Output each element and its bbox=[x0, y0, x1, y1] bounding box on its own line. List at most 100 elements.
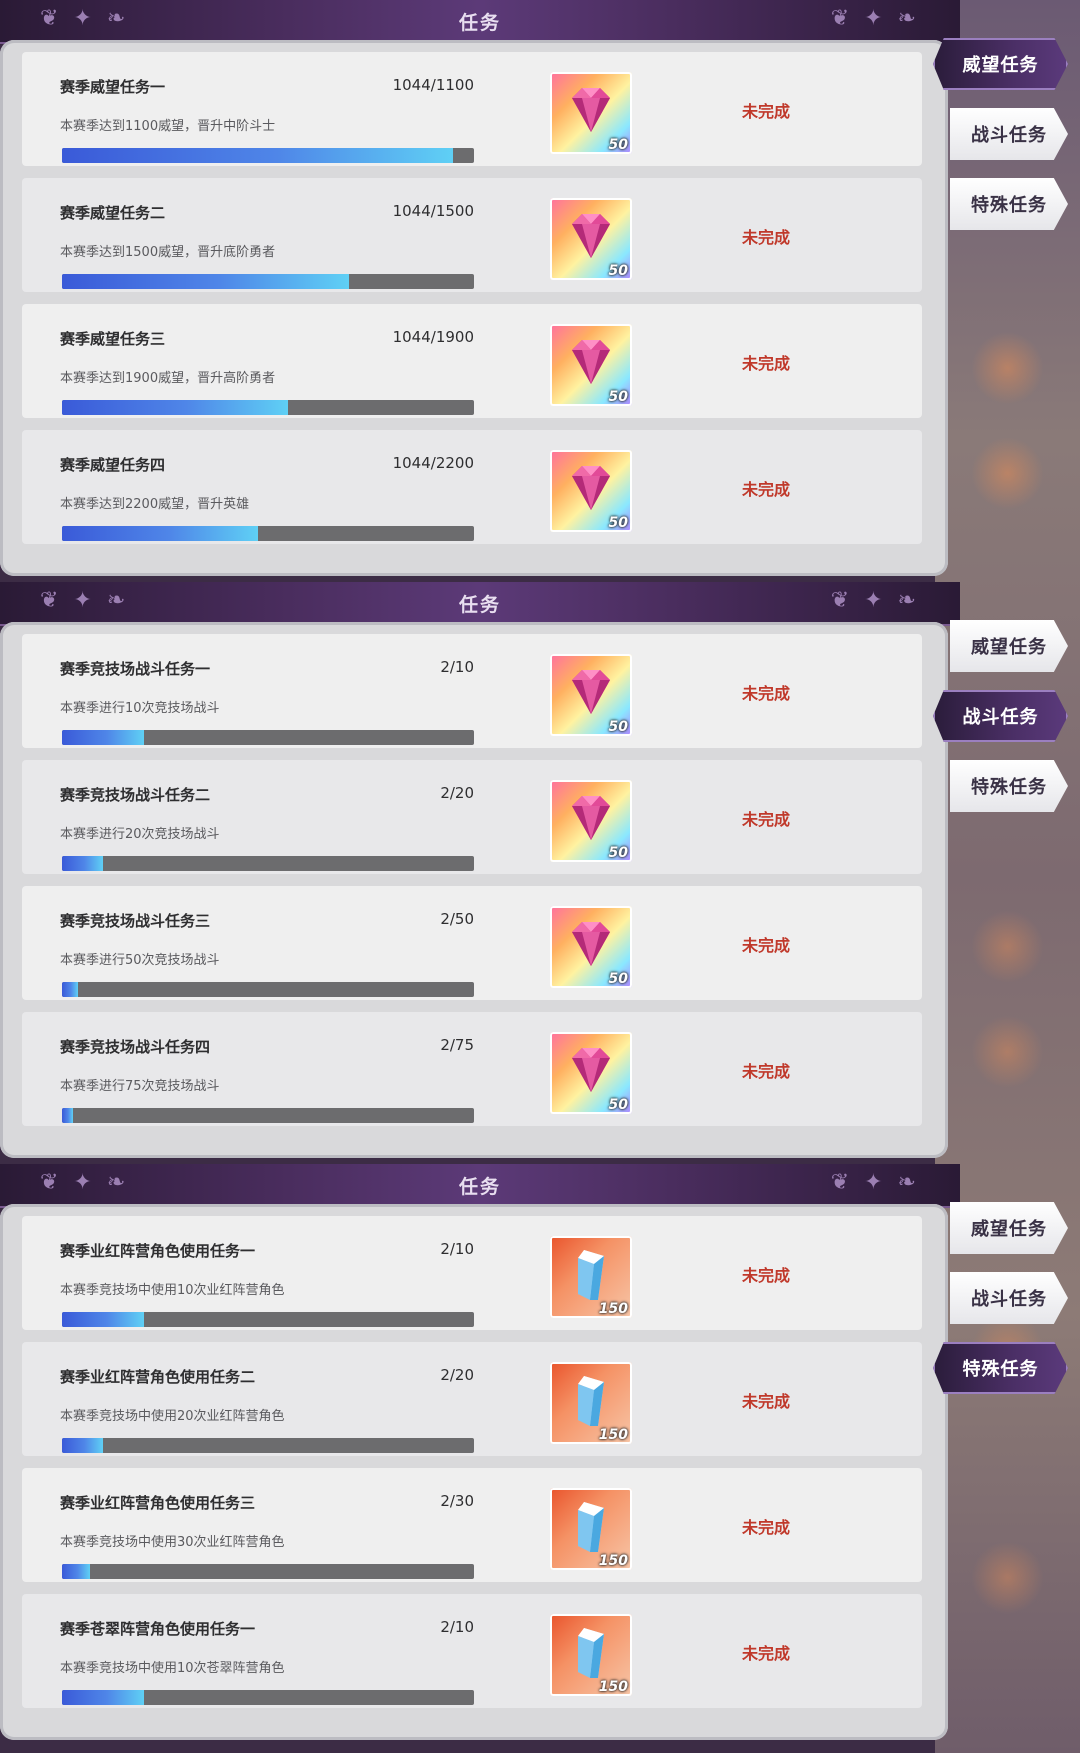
task-name: 赛季竞技场战斗任务一 bbox=[60, 660, 211, 678]
reward-item[interactable]: 50 bbox=[550, 654, 632, 736]
task-row: 赛季威望任务二 1044/1500 本赛季达到1500威望，晋升底阶勇者 50 … bbox=[22, 178, 922, 292]
task-progress-bar bbox=[62, 274, 474, 289]
task-progress-bar bbox=[62, 400, 474, 415]
task-progress-count: 2/10 bbox=[440, 658, 474, 676]
task-progress-fill bbox=[62, 148, 453, 163]
task-panel-1: ❦ ✦ ❧ 任务 ❦ ✦ ❧ 赛季威望任务一 1044/1100 本赛季达到11… bbox=[0, 0, 1080, 582]
task-progress-count: 2/20 bbox=[440, 1366, 474, 1384]
task-progress-count: 1044/2200 bbox=[392, 454, 474, 472]
task-status: 未完成 bbox=[742, 1518, 791, 1537]
reward-item[interactable]: 50 bbox=[550, 72, 632, 154]
reward-item[interactable]: 50 bbox=[550, 198, 632, 280]
task-status: 未完成 bbox=[742, 936, 791, 955]
reward-quantity: 50 bbox=[608, 1097, 628, 1113]
tab-prestige[interactable]: 威望任务 bbox=[950, 1202, 1068, 1254]
task-row: 赛季业红阵营角色使用任务三 2/30 本赛季竞技场中使用30次业红阵营角色 15… bbox=[22, 1468, 922, 1582]
tab-special[interactable]: 特殊任务 bbox=[933, 1342, 1068, 1394]
reward-item[interactable]: 50 bbox=[550, 450, 632, 532]
task-progress-bar bbox=[62, 730, 474, 745]
reward-quantity: 50 bbox=[608, 137, 628, 153]
task-name: 赛季竞技场战斗任务二 bbox=[60, 786, 211, 804]
task-description: 本赛季进行20次竞技场战斗 bbox=[60, 827, 220, 842]
panel-header: ❦ ✦ ❧ 任务 ❦ ✦ ❧ bbox=[0, 582, 960, 626]
task-progress-fill bbox=[62, 730, 145, 745]
task-progress-count: 1044/1100 bbox=[392, 76, 474, 94]
task-status: 未完成 bbox=[742, 354, 791, 373]
tab-label: 战斗任务 bbox=[962, 707, 1039, 728]
task-row: 赛季竞技场战斗任务一 2/10 本赛季进行10次竞技场战斗 50 未完成 bbox=[22, 634, 922, 748]
task-progress-count: 1044/1500 bbox=[392, 202, 474, 220]
task-name: 赛季苍翠阵营角色使用任务一 bbox=[60, 1620, 256, 1638]
task-status: 未完成 bbox=[742, 810, 791, 829]
reward-item[interactable]: 150 bbox=[550, 1614, 632, 1696]
task-status: 未完成 bbox=[742, 1062, 791, 1081]
task-progress-fill bbox=[62, 1108, 74, 1123]
task-name: 赛季威望任务二 bbox=[60, 204, 166, 222]
task-list: 赛季威望任务一 1044/1100 本赛季达到1100威望，晋升中阶斗士 50 … bbox=[0, 40, 948, 576]
task-progress-bar bbox=[62, 856, 474, 871]
ornament-right-icon: ❦ ✦ ❧ bbox=[830, 1170, 920, 1195]
reward-quantity: 150 bbox=[598, 1553, 628, 1569]
task-progress-fill bbox=[62, 1564, 90, 1579]
tab-battle[interactable]: 战斗任务 bbox=[950, 1272, 1068, 1324]
task-row: 赛季威望任务三 1044/1900 本赛季达到1900威望，晋升高阶勇者 50 … bbox=[22, 304, 922, 418]
task-row: 赛季苍翠阵营角色使用任务一 2/10 本赛季竞技场中使用10次苍翠阵营角色 15… bbox=[22, 1594, 922, 1708]
task-row: 赛季竞技场战斗任务二 2/20 本赛季进行20次竞技场战斗 50 未完成 bbox=[22, 760, 922, 874]
reward-item[interactable]: 50 bbox=[550, 906, 632, 988]
reward-quantity: 50 bbox=[608, 389, 628, 405]
tab-battle[interactable]: 战斗任务 bbox=[950, 108, 1068, 160]
reward-quantity: 50 bbox=[608, 263, 628, 279]
reward-item[interactable]: 50 bbox=[550, 324, 632, 406]
task-description: 本赛季竞技场中使用10次业红阵营角色 bbox=[60, 1283, 285, 1298]
tab-battle[interactable]: 战斗任务 bbox=[933, 690, 1068, 742]
task-name: 赛季业红阵营角色使用任务一 bbox=[60, 1242, 256, 1260]
task-progress-count: 2/20 bbox=[440, 784, 474, 802]
task-panel-3: ❦ ✦ ❧ 任务 ❦ ✦ ❧ 赛季业红阵营角色使用任务一 2/10 本赛季竞技场… bbox=[0, 1164, 1080, 1746]
task-progress-count: 2/50 bbox=[440, 910, 474, 928]
task-progress-bar bbox=[62, 148, 474, 163]
task-name: 赛季竞技场战斗任务四 bbox=[60, 1038, 211, 1056]
task-progress-bar bbox=[62, 1690, 474, 1705]
task-description: 本赛季达到2200威望，晋升英雄 bbox=[60, 497, 250, 512]
panel-header: ❦ ✦ ❧ 任务 ❦ ✦ ❧ bbox=[0, 1164, 960, 1208]
tab-label: 战斗任务 bbox=[971, 1289, 1047, 1310]
task-progress-fill bbox=[62, 526, 258, 541]
tab-prestige[interactable]: 威望任务 bbox=[933, 38, 1068, 90]
task-name: 赛季威望任务一 bbox=[60, 78, 166, 96]
tab-label: 威望任务 bbox=[971, 1219, 1047, 1240]
tab-special[interactable]: 特殊任务 bbox=[950, 178, 1068, 230]
panel-title: 任务 bbox=[458, 594, 501, 616]
task-progress-bar bbox=[62, 1564, 474, 1579]
panel-title: 任务 bbox=[458, 12, 501, 34]
task-status: 未完成 bbox=[742, 102, 791, 121]
reward-quantity: 150 bbox=[598, 1679, 628, 1695]
reward-item[interactable]: 150 bbox=[550, 1362, 632, 1444]
tab-label: 威望任务 bbox=[971, 637, 1047, 658]
task-progress-fill bbox=[62, 1312, 145, 1327]
task-progress-count: 2/10 bbox=[440, 1618, 474, 1636]
reward-quantity: 50 bbox=[608, 845, 628, 861]
task-status: 未完成 bbox=[742, 1266, 791, 1285]
tab-label: 特殊任务 bbox=[971, 777, 1047, 798]
task-description: 本赛季达到1500威望，晋升底阶勇者 bbox=[60, 245, 276, 260]
tab-special[interactable]: 特殊任务 bbox=[950, 760, 1068, 812]
task-row: 赛季业红阵营角色使用任务二 2/20 本赛季竞技场中使用20次业红阵营角色 15… bbox=[22, 1342, 922, 1456]
task-description: 本赛季进行10次竞技场战斗 bbox=[60, 701, 220, 716]
reward-quantity: 150 bbox=[598, 1301, 628, 1317]
reward-item[interactable]: 50 bbox=[550, 780, 632, 862]
ornament-right-icon: ❦ ✦ ❧ bbox=[830, 588, 920, 613]
task-status: 未完成 bbox=[742, 684, 791, 703]
tab-prestige[interactable]: 威望任务 bbox=[950, 620, 1068, 672]
reward-quantity: 50 bbox=[608, 515, 628, 531]
task-panel-2: ❦ ✦ ❧ 任务 ❦ ✦ ❧ 赛季竞技场战斗任务一 2/10 本赛季进行10次竞… bbox=[0, 582, 1080, 1164]
tab-label: 特殊任务 bbox=[962, 1359, 1039, 1380]
task-description: 本赛季竞技场中使用30次业红阵营角色 bbox=[60, 1535, 285, 1550]
task-row: 赛季威望任务一 1044/1100 本赛季达到1100威望，晋升中阶斗士 50 … bbox=[22, 52, 922, 166]
task-progress-fill bbox=[62, 856, 104, 871]
reward-item[interactable]: 50 bbox=[550, 1032, 632, 1114]
task-name: 赛季业红阵营角色使用任务三 bbox=[60, 1494, 256, 1512]
reward-item[interactable]: 150 bbox=[550, 1488, 632, 1570]
tab-label: 威望任务 bbox=[962, 55, 1039, 76]
task-name: 赛季业红阵营角色使用任务二 bbox=[60, 1368, 256, 1386]
reward-item[interactable]: 150 bbox=[550, 1236, 632, 1318]
